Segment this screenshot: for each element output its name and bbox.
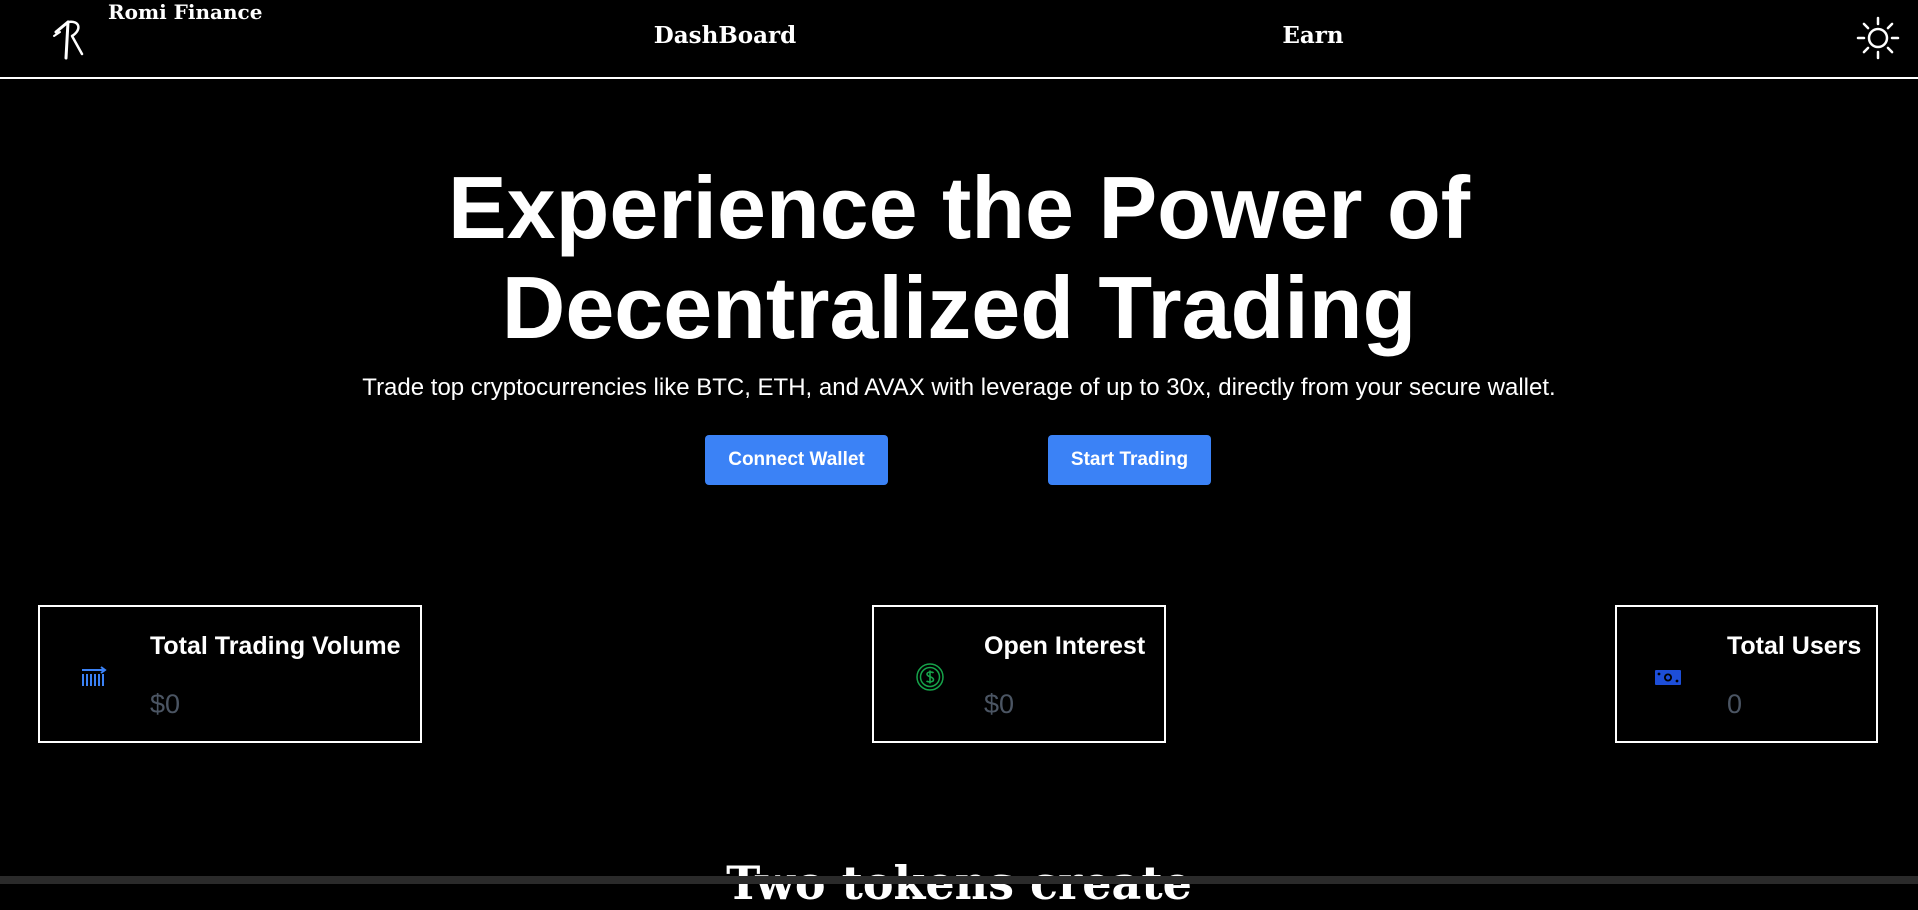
stat-value: 0 — [1727, 689, 1743, 719]
horizontal-scrollbar[interactable] — [0, 876, 1918, 884]
top-nav-bar: Romi Finance DashBoard Earn — [0, 0, 1918, 79]
stat-card-open-interest: Open Interest $0 — [872, 605, 1166, 743]
start-trading-button[interactable]: Start Trading — [1048, 435, 1211, 485]
dollar-coin-icon — [916, 663, 944, 691]
hero-title-line-2: Decentralized Trading — [501, 258, 1417, 357]
nav-link-earn[interactable]: Earn — [1282, 22, 1343, 49]
stat-value: $0 — [984, 689, 1015, 719]
stat-label: Total Trading Volume — [150, 632, 401, 660]
hero-title-line-1: Experience the Power of — [447, 158, 1471, 257]
nav-link-dashboard[interactable]: DashBoard — [654, 22, 796, 49]
hero-subtitle: Trade top cryptocurrencies like BTC, ETH… — [362, 374, 1556, 401]
romi-logo-icon[interactable] — [50, 14, 86, 62]
stat-card-trading-volume: Total Trading Volume $0 — [38, 605, 422, 743]
money-bill-icon — [1655, 670, 1681, 685]
hero-title: Experience the Power of Decentralized Tr… — [0, 158, 1918, 358]
volume-bars-icon — [82, 666, 107, 686]
connect-wallet-button[interactable]: Connect Wallet — [705, 435, 888, 485]
stat-label: Open Interest — [984, 632, 1146, 660]
stat-card-total-users: Total Users 0 — [1615, 605, 1878, 743]
sun-icon[interactable] — [1856, 16, 1900, 60]
stat-value: $0 — [150, 689, 181, 719]
brand-name[interactable]: Romi Finance — [108, 0, 262, 24]
stat-label: Total Users — [1727, 632, 1862, 660]
